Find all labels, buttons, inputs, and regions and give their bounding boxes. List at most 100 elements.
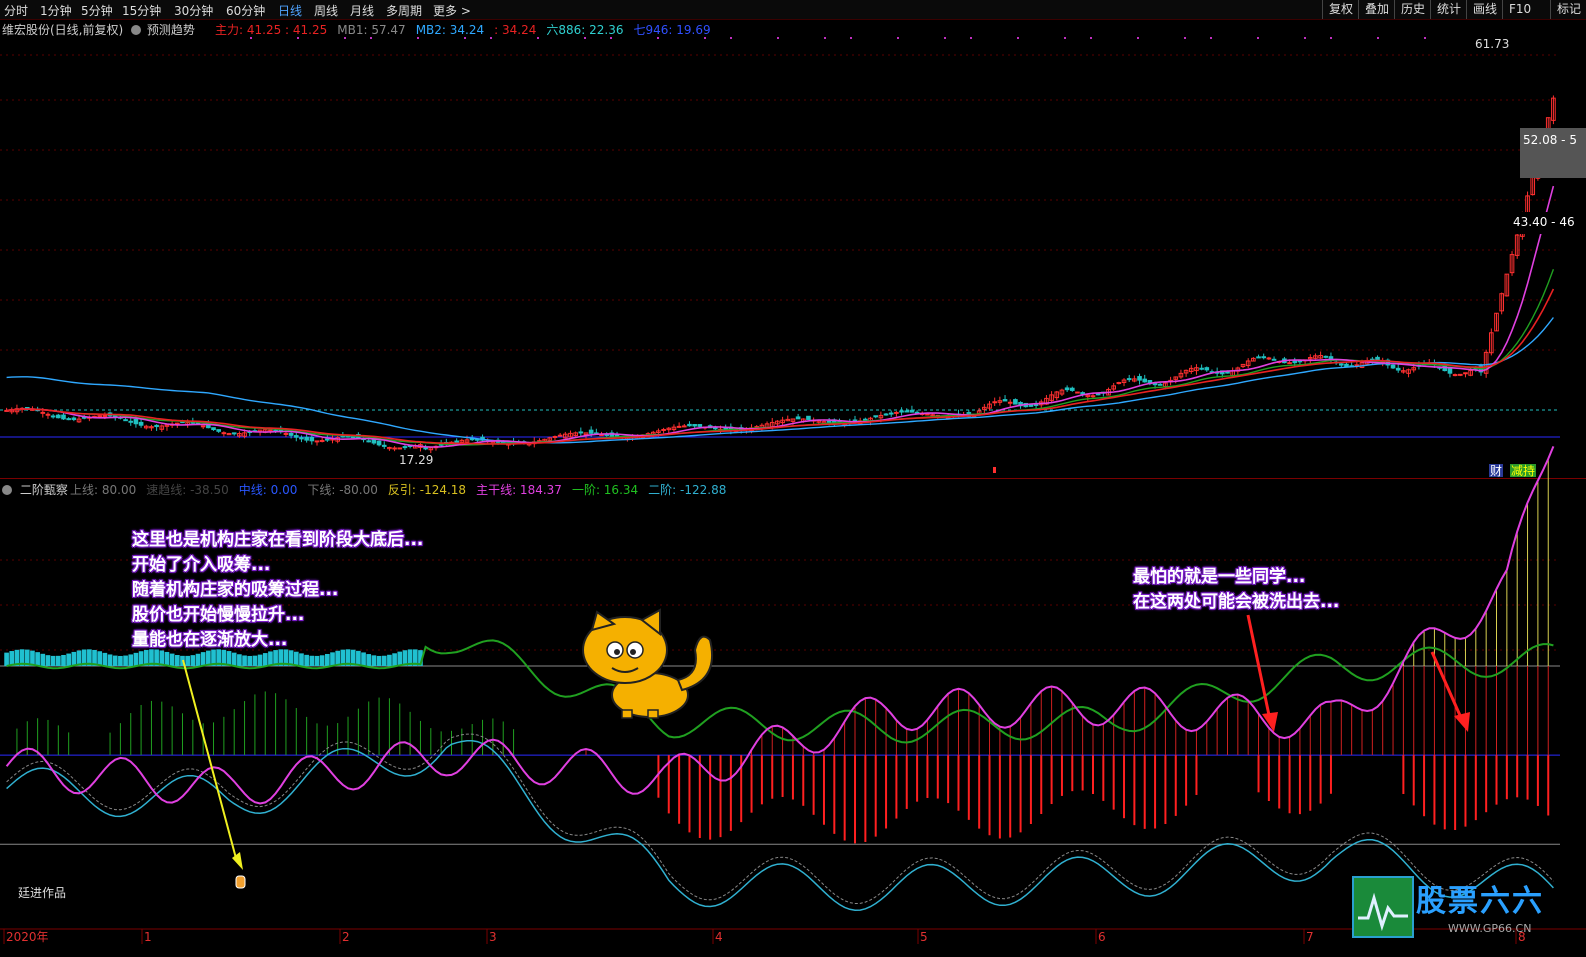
candle-body-258: [1338, 363, 1344, 366]
candle-body-217: [1126, 378, 1132, 381]
candle-body-231: [1199, 367, 1204, 370]
arrow-red-2-head: [1454, 712, 1470, 732]
cyan-bar-62: [325, 653, 330, 666]
candle-body-58: [304, 436, 309, 441]
xaxis-label-3: 3: [489, 930, 497, 944]
annotation-line-0: 这里也是机构庄家在看到阶段大底后...: [132, 530, 424, 550]
top-marker-1: [297, 37, 299, 39]
top-marker-23: [1184, 37, 1186, 39]
cyan-bar-6: [35, 652, 40, 666]
ma-green-line: [6, 269, 1555, 446]
annotation-right: 最怕的就是一些同学... 在这两处可能会被洗出去...: [1133, 565, 1339, 615]
candle-body-127: [661, 428, 666, 431]
cyan-bar-11: [61, 654, 66, 666]
candle-body-130: [676, 425, 682, 428]
candle-body-279: [1447, 367, 1453, 374]
candle-body-19: [102, 414, 108, 417]
candle-body-8: [45, 413, 51, 416]
candle-body-75: [392, 447, 397, 450]
annotation-line-1: 开始了介入吸筹...: [132, 555, 271, 575]
cyan-bar-72: [376, 655, 382, 666]
candle-body-56: [293, 435, 299, 438]
candle-body-268: [1390, 364, 1396, 369]
cyan-bar-49: [257, 654, 263, 666]
annotation-line-1: 在这两处可能会被洗出去...: [1133, 592, 1340, 612]
cyan-bar-10: [55, 655, 61, 666]
cyan-bar-24: [128, 654, 134, 666]
cyan-bar-31: [164, 651, 170, 666]
cyan-bar-32: [169, 653, 175, 666]
candle-body-223: [1157, 383, 1163, 386]
candle-body-55: [288, 432, 294, 436]
cyan-bar-50: [262, 653, 268, 666]
cyan-bar-21: [112, 655, 118, 666]
top-marker-20: [1064, 37, 1066, 39]
candle-body-280: [1452, 374, 1458, 377]
cyan-bar-59: [309, 655, 315, 666]
candle-body-175: [909, 409, 915, 413]
top-marker-11: [704, 37, 706, 39]
candle-body-191: [992, 401, 998, 404]
candle-body-107: [557, 434, 563, 437]
top-marker-9: [610, 37, 612, 39]
top-marker-19: [1017, 37, 1019, 39]
arrow-yellow-head: [232, 852, 243, 870]
candle-body-131: [681, 425, 687, 428]
cat-tail: [676, 635, 714, 692]
annotation-line-0: 最怕的就是一些同学...: [1133, 567, 1306, 587]
cyan-bar-60: [314, 655, 320, 666]
cyan-bar-18: [97, 651, 103, 666]
top-marker-0: [250, 37, 252, 39]
author-label: 廷进作品: [18, 886, 67, 900]
top-marker-29: [1424, 37, 1426, 39]
cat-paw-right: [647, 709, 659, 719]
arrow-yellow: [182, 659, 238, 863]
candle-body-132: [687, 423, 692, 427]
candle-body-193: [1002, 399, 1008, 402]
xaxis-label-6: 6: [1098, 930, 1106, 944]
cyan-bar-48: [252, 655, 258, 666]
chart-canvas: 61.73 17.29 52.08 - 5 43.40 - 46 财 减持 2020年 1 2 3…: [0, 37, 1586, 944]
candle-body-206: [1069, 387, 1075, 391]
top-marker-27: [1330, 37, 1332, 39]
candle-body-172: [894, 411, 899, 414]
cat-pupil-right: [630, 649, 636, 655]
candle-body-137: [713, 427, 718, 430]
candle-body-265: [1375, 356, 1380, 361]
candle-body-23: [123, 419, 128, 422]
cyan-bar-9: [50, 655, 56, 666]
cyan-bar-75: [392, 653, 397, 666]
candle-body-269: [1395, 367, 1401, 371]
event-marker: [993, 467, 996, 473]
cyan-bar-8: [45, 655, 51, 666]
cyan-bar-46: [242, 655, 247, 666]
top-marker-18: [970, 37, 972, 39]
candle-body-10: [56, 414, 61, 419]
candle-body-199: [1033, 403, 1039, 406]
candle-body-113: [588, 429, 594, 434]
top-marker-28: [1377, 37, 1379, 39]
cyan-bar-58: [304, 654, 309, 666]
label-low-price: 17.29: [399, 453, 433, 467]
annotation-line-2: 随着机构庄家的吸筹过程...: [132, 580, 339, 600]
candle-body-155: [806, 415, 811, 420]
badge-jian: 减持: [1511, 463, 1535, 478]
watermark-logo: 股票六六 WWW.GP66.CN: [1352, 876, 1582, 938]
top-marker-5: [464, 37, 466, 39]
candle-body-159: [826, 420, 832, 423]
xaxis-label-4: 4: [715, 930, 723, 944]
candle-body-211: [1095, 393, 1101, 396]
cyan-bar-56: [293, 651, 299, 666]
candle-body-12: [66, 418, 71, 421]
xaxis-label-2: 2: [342, 930, 350, 944]
cyan-bar-19: [102, 652, 108, 666]
candle-body-173: [899, 410, 904, 413]
cyan-bar-73: [381, 655, 387, 666]
annotation-line-4: 量能也在逐渐放大...: [132, 630, 288, 650]
candle-body-72: [376, 440, 382, 446]
ma-short-line: [6, 288, 1555, 445]
candle-body-178: [925, 413, 930, 416]
candle-body-242: [1256, 356, 1261, 359]
ma-mid-line: [6, 185, 1555, 448]
candle-body-134: [697, 424, 703, 427]
